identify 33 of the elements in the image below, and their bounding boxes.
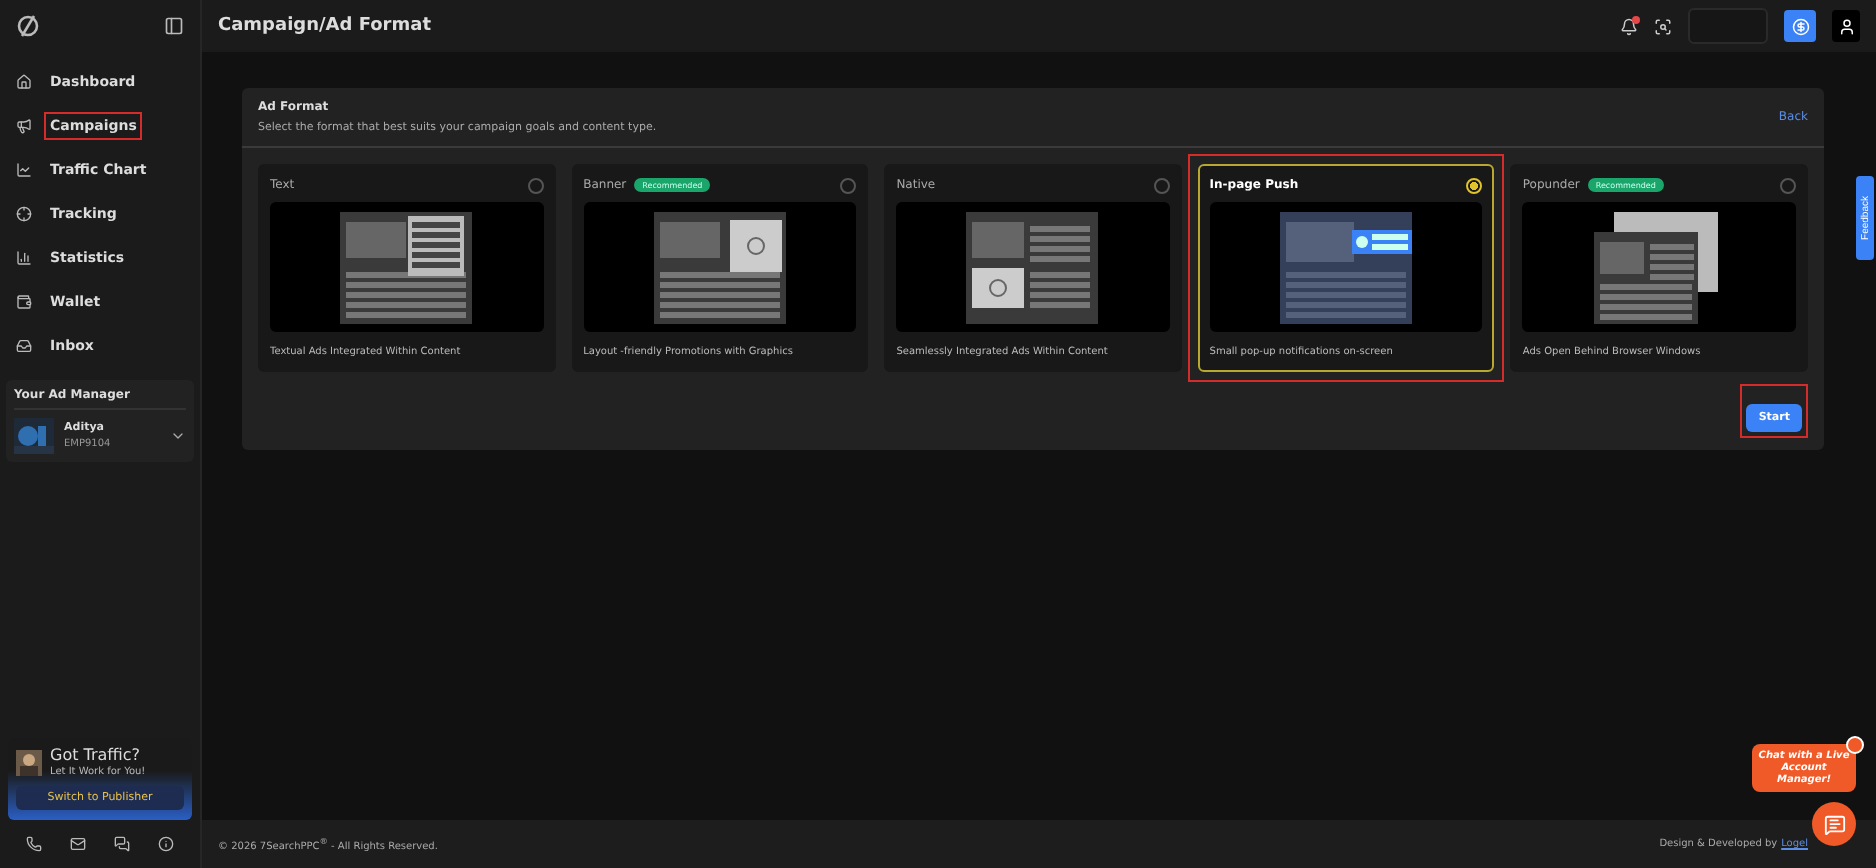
currency-button[interactable] [1784, 10, 1816, 42]
logo-icon [16, 14, 40, 38]
user-button[interactable] [1832, 10, 1860, 42]
house-icon[interactable] [16, 74, 32, 90]
mail-icon[interactable] [70, 836, 86, 852]
dollar-icon [1791, 17, 1809, 35]
ad-layout-drawing [1276, 209, 1417, 325]
radio-button[interactable] [1780, 177, 1796, 193]
page-title: Campaign/Ad Format [218, 16, 433, 36]
ad-layout-drawing [336, 209, 477, 325]
bell-icon[interactable] [1620, 17, 1638, 35]
ad-layout-drawing [649, 209, 790, 325]
chat-button[interactable] [1812, 802, 1856, 846]
ad-layout-drawing [962, 209, 1103, 325]
radio-button[interactable] [1153, 177, 1170, 193]
wallet-icon[interactable] [16, 294, 32, 310]
sidebar-toggle-icon[interactable] [164, 16, 184, 36]
phone-icon[interactable] [26, 836, 42, 852]
chat-icon [1823, 813, 1845, 835]
chevron-down-icon[interactable] [170, 428, 186, 444]
promo-title: Got Traffic? [50, 746, 143, 764]
bar-chart-icon[interactable] [16, 250, 32, 266]
crosshair-icon[interactable] [16, 206, 32, 222]
radio-button[interactable] [1466, 177, 1483, 193]
radio-button[interactable] [527, 177, 544, 193]
chat-icon[interactable] [114, 836, 130, 852]
user-icon [1837, 17, 1855, 35]
megaphone-icon[interactable] [16, 118, 32, 134]
scan-icon[interactable] [1654, 17, 1672, 35]
line-chart-icon[interactable] [16, 162, 32, 178]
radio-button[interactable] [840, 177, 857, 193]
info-icon[interactable] [158, 836, 174, 852]
inbox-icon[interactable] [16, 338, 32, 354]
